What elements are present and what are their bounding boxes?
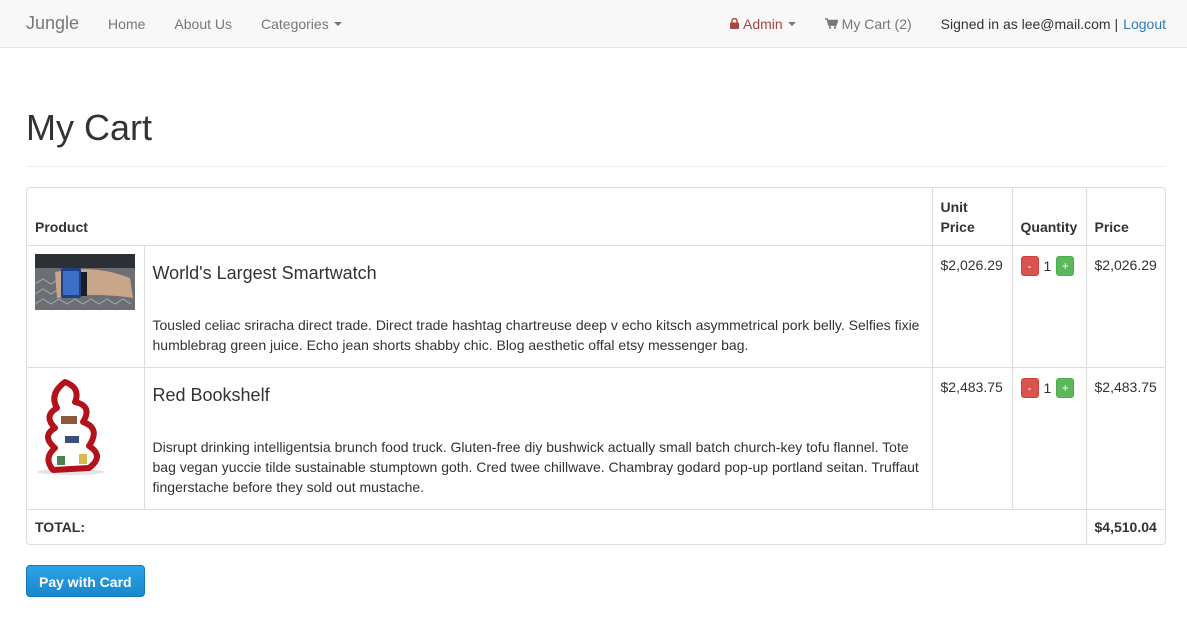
smartwatch-product-image (35, 253, 135, 310)
nav-categories-label: Categories (261, 15, 329, 32)
unit-price-value: $2,026.29 (931, 244, 1013, 368)
signed-in-text: Signed in as lee@mail.com (940, 15, 1111, 32)
quantity-cell: - 1 + (1011, 244, 1087, 368)
nav-separator: | (1114, 15, 1119, 32)
pay-with-card-button[interactable]: Pay with Card (26, 564, 145, 597)
nav-admin-label: Admin (742, 15, 783, 32)
unit-price-value: $2,483.75 (931, 366, 1013, 510)
decrease-quantity-button[interactable]: - (1020, 255, 1039, 276)
nav-cart-label: My Cart (2) (841, 15, 912, 32)
main-content: My Cart Product Unit Price Quantity Pric… (0, 108, 1187, 597)
quantity-stepper: - 1 + (1020, 254, 1078, 276)
cart-table: Product Unit Price Quantity Price World'… (27, 188, 1165, 544)
quantity-cell: - 1 + (1011, 366, 1087, 510)
caret-down-icon (787, 21, 796, 26)
page-title: My Cart (26, 107, 152, 148)
header-quantity: Quantity (1011, 188, 1087, 246)
product-image-cell (27, 366, 145, 510)
table-header-row: Product Unit Price Quantity Price (27, 188, 1165, 246)
product-description: Disrupt drinking intelligentsia brunch f… (152, 438, 919, 495)
total-label: TOTAL: (27, 508, 1087, 544)
nav-categories-dropdown[interactable]: Categories (261, 16, 342, 32)
product-description: Tousled celiac sriracha direct trade. Di… (152, 316, 920, 353)
quantity-stepper: - 1 + (1020, 376, 1078, 398)
title-divider (26, 166, 1166, 167)
line-price-value: $2,026.29 (1085, 244, 1165, 368)
top-navbar: Jungle Home About Us Categories Admin My… (0, 0, 1187, 48)
logout-link[interactable]: Logout (1123, 16, 1166, 32)
product-name: World's Largest Smartwatch (152, 262, 377, 283)
quantity-value: 1 (1043, 379, 1052, 396)
nav-admin-dropdown[interactable]: Admin (729, 15, 796, 32)
nav-about-link[interactable]: About Us (174, 16, 232, 32)
nav-right-group: Admin My Cart (2) Signed in as lee@mail.… (729, 15, 1166, 32)
cart-panel: Product Unit Price Quantity Price World'… (26, 187, 1166, 545)
increase-quantity-button[interactable]: + (1056, 255, 1075, 276)
increase-quantity-button[interactable]: + (1056, 377, 1075, 398)
line-price-value: $2,483.75 (1085, 366, 1165, 510)
table-row: Red Bookshelf Disrupt drinking intellige… (27, 366, 1165, 510)
header-product: Product (27, 188, 933, 246)
product-details-cell: Red Bookshelf Disrupt drinking intellige… (143, 366, 933, 510)
bookshelf-product-image (35, 375, 117, 476)
header-unit-price: Unit Price (931, 188, 1013, 246)
cart-icon (824, 18, 838, 29)
brand-link[interactable]: Jungle (26, 13, 79, 34)
product-details-cell: World's Largest Smartwatch Tousled celia… (143, 244, 933, 368)
nav-home-link[interactable]: Home (108, 16, 145, 32)
total-row: TOTAL: $4,510.04 (27, 508, 1165, 544)
decrease-quantity-button[interactable]: - (1020, 377, 1039, 398)
quantity-value: 1 (1043, 257, 1052, 274)
table-row: World's Largest Smartwatch Tousled celia… (27, 244, 1165, 368)
product-image-cell (27, 244, 145, 368)
header-price: Price (1085, 188, 1165, 246)
lock-icon (729, 18, 739, 29)
caret-down-icon (333, 21, 342, 26)
nav-cart-link[interactable]: My Cart (2) (824, 15, 912, 32)
total-value: $4,510.04 (1085, 508, 1165, 544)
product-name: Red Bookshelf (152, 384, 270, 405)
